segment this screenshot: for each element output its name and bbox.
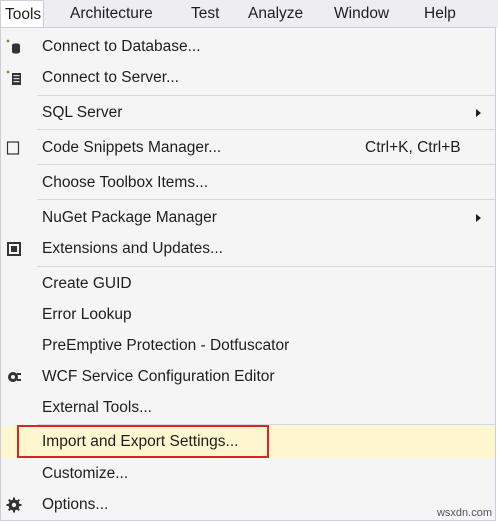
menu-item-label: Extensions and Updates...: [42, 240, 223, 257]
menu-item-external-tools[interactable]: External Tools...: [1, 393, 495, 423]
menu-item-connect-database[interactable]: Connect to Database...: [1, 32, 495, 62]
menu-help[interactable]: Help: [420, 0, 460, 28]
menu-window-label: Window: [334, 5, 390, 22]
menu-separator: [37, 129, 495, 130]
gear-icon: [5, 496, 23, 514]
menu-item-connect-server[interactable]: Connect to Server...: [1, 63, 495, 93]
menu-item-label: Error Lookup: [42, 306, 132, 323]
menu-item-label: Options...: [42, 496, 109, 513]
menu-architecture[interactable]: Architecture: [66, 0, 157, 28]
menu-separator: [37, 164, 495, 165]
menu-help-label: Help: [424, 5, 456, 22]
menu-test[interactable]: Test: [187, 0, 223, 28]
menu-tools[interactable]: Tools: [0, 0, 44, 28]
extensions-icon: [5, 240, 23, 258]
menu-item-label: Connect to Server...: [42, 69, 179, 86]
menu-architecture-label: Architecture: [70, 5, 153, 22]
menu-item-sql-server[interactable]: SQL Server: [1, 98, 495, 128]
menu-item-error-lookup[interactable]: Error Lookup: [1, 300, 495, 330]
menu-item-shortcut: Ctrl+K, Ctrl+B: [365, 139, 461, 156]
submenu-arrow-icon: [476, 109, 481, 117]
menu-item-label: SQL Server: [42, 104, 123, 121]
menu-separator: [37, 266, 495, 267]
menu-item-label: Choose Toolbox Items...: [42, 174, 208, 191]
menu-analyze[interactable]: Analyze: [244, 0, 307, 28]
highlight-annotation-box: [17, 425, 269, 458]
menu-item-label: Create GUID: [42, 275, 132, 292]
menu-item-choose-toolbox[interactable]: Choose Toolbox Items...: [1, 168, 495, 198]
submenu-arrow-icon: [476, 214, 481, 222]
menu-item-label: External Tools...: [42, 399, 152, 416]
wcf-config-icon: [5, 368, 23, 386]
menu-window[interactable]: Window: [330, 0, 393, 28]
menu-item-extensions[interactable]: Extensions and Updates...: [1, 234, 495, 264]
menu-item-label: Connect to Database...: [42, 38, 201, 55]
menu-item-label: PreEmptive Protection - Dotfuscator: [42, 337, 290, 354]
server-connect-icon: [5, 69, 23, 87]
menu-separator: [37, 95, 495, 96]
menu-item-label: NuGet Package Manager: [42, 209, 217, 226]
watermark: wsxdn.com: [436, 507, 492, 519]
menu-item-options[interactable]: Options...: [1, 490, 495, 520]
menu-test-label: Test: [191, 5, 220, 22]
menu-item-customize[interactable]: Customize...: [1, 459, 495, 489]
menu-tools-label: Tools: [5, 5, 42, 23]
menu-item-label: Customize...: [42, 465, 129, 482]
menu-item-label: Code Snippets Manager...: [42, 139, 222, 156]
menu-item-nuget[interactable]: NuGet Package Manager: [1, 203, 495, 233]
database-connect-icon: [5, 38, 23, 56]
menu-separator: [37, 199, 495, 200]
menu-item-label: WCF Service Configuration Editor: [42, 368, 275, 385]
menu-item-code-snippets[interactable]: Code Snippets Manager... Ctrl+K, Ctrl+B: [1, 133, 495, 163]
snippet-icon: [5, 139, 23, 157]
menu-item-preemptive[interactable]: PreEmptive Protection - Dotfuscator: [1, 331, 495, 361]
menu-item-create-guid[interactable]: Create GUID: [1, 269, 495, 299]
menu-bar: Tools Architecture Test Analyze Window H…: [0, 0, 498, 28]
menu-item-wcf-editor[interactable]: WCF Service Configuration Editor: [1, 362, 495, 392]
menu-analyze-label: Analyze: [248, 5, 304, 22]
